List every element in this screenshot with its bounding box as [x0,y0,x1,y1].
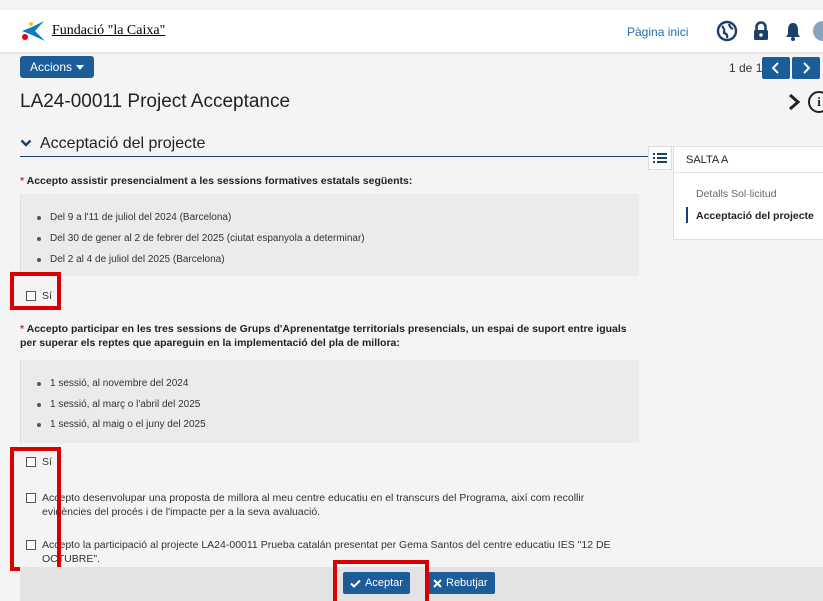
next-record-button[interactable] [792,57,820,79]
page-title: LA24-00011 Project Acceptance [20,91,291,112]
bullet [37,402,41,407]
active-indicator [686,207,688,223]
project-participation-option[interactable]: Accepto la participació al projecte LA24… [26,538,636,566]
required-mark: * [20,323,25,335]
question-1: * Accepto assistir presencialment a les … [20,174,640,188]
page: Fundació "la Caixa" Pàgina inici Accions… [0,0,823,601]
jump-to-title: SALTA A [686,154,729,166]
bullet [37,236,41,241]
chevron-right-icon [803,62,811,74]
list-item: Del 30 de gener al 2 de febrer del 2025 … [37,233,365,244]
actions-button[interactable]: Accions [20,56,95,78]
top-bar: Fundació "la Caixa" Pàgina inici [0,10,823,52]
list-item-text: Del 2 al 4 de juliol del 2025 (Barcelona… [50,254,225,265]
globe-icon[interactable] [716,20,738,42]
list-item: 1 sessió, al maig o el juny del 2025 [37,419,206,430]
pager-count: 1 de 1 [729,61,763,75]
divider [674,172,823,173]
section-title: Acceptació del projecte [40,134,206,152]
question-2-text: Accepto participar en les tres sessions … [20,323,627,349]
star-logo-icon [22,21,45,41]
lock-icon[interactable] [750,20,772,42]
list-item: Del 9 a l'11 de juliol del 2024 (Barcelo… [37,212,231,223]
bullet [37,381,41,386]
highlight-box [333,560,429,601]
section-header[interactable]: Acceptació del projecte [20,131,648,157]
checkbox-label: Accepto desenvolupar una proposta de mil… [42,492,585,518]
reject-button-label: Rebutjar [446,577,488,589]
bullet [37,215,41,220]
bullet [37,422,41,427]
question-2-list: 1 sessió, al novembre del 2024 1 sessió,… [20,360,639,443]
actions-button-label: Accions [30,60,73,74]
x-icon [433,578,442,588]
question-1-text: Accepto assistir presencialment a les se… [26,175,413,187]
list-item: 1 sessió, al març o l'abril del 2025 [37,399,200,410]
jump-to-panel: SALTA A Detalls Sol·licitud Acceptació d… [673,146,823,240]
chevron-down-icon [20,139,32,147]
list-item: 1 sessió, al novembre del 2024 [37,378,188,389]
jump-item-details[interactable]: Detalls Sol·licitud [696,188,777,200]
question-2: * Accepto participar en les tres session… [20,322,640,350]
improvement-proposal-option[interactable]: Accepto desenvolupar una proposta de mil… [26,491,636,519]
jump-item-acceptance[interactable]: Acceptació del projecte [696,210,814,222]
chevron-right-icon[interactable] [785,92,803,112]
list-icon [653,153,667,163]
chevron-left-icon [771,62,779,74]
list-item: Del 2 al 4 de juliol del 2025 (Barcelona… [37,254,225,265]
bullet [37,257,41,262]
bell-icon[interactable] [782,20,804,42]
list-item-text: Del 30 de gener al 2 de febrer del 2025 … [50,233,365,244]
logo-text: Fundació "la Caixa" [52,23,166,38]
list-item-text: 1 sessió, al novembre del 2024 [50,378,189,389]
info-icon[interactable]: i [808,91,823,113]
highlight-box [10,272,61,310]
caret-down-icon [76,64,85,70]
user-avatar-icon[interactable] [812,20,823,42]
required-mark: * [20,175,25,187]
highlight-box [10,447,61,571]
reject-button[interactable]: Rebutjar [426,572,495,594]
list-item-text: Del 9 a l'11 de juliol del 2024 (Barcelo… [50,212,232,223]
home-link[interactable]: Pàgina inici [627,25,688,39]
list-item-text: 1 sessió, al maig o el juny del 2025 [50,419,206,430]
jump-to-toggle[interactable] [648,146,672,170]
list-item-text: 1 sessió, al març o l'abril del 2025 [50,399,201,410]
question-1-list: Del 9 a l'11 de juliol del 2024 (Barcelo… [20,194,639,276]
prev-record-button[interactable] [762,57,790,79]
toolbar: Accions 1 de 1 [0,52,823,84]
logo[interactable]: Fundació "la Caixa" [20,20,165,42]
